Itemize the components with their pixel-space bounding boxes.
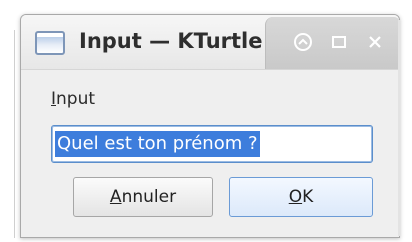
app-window-icon — [35, 31, 65, 55]
input-field-selected-text: Quel est ton prénom ? — [55, 131, 260, 157]
ok-mnemonic: O — [288, 187, 303, 207]
close-button[interactable] — [364, 31, 386, 53]
close-icon — [369, 36, 381, 48]
background-window-edge — [14, 30, 15, 238]
cancel-button[interactable]: Annuler — [73, 177, 213, 217]
maximize-button[interactable] — [328, 31, 350, 53]
screen: Input — KTurtle Input Quel est ton préno… — [0, 0, 412, 242]
minimize-button[interactable] — [292, 31, 314, 53]
window-title: Input — KTurtle — [79, 29, 263, 53]
input-label-text: nput — [56, 89, 96, 109]
cancel-mnemonic: A — [109, 187, 122, 207]
input-field[interactable]: Quel est ton prénom ? — [51, 125, 373, 163]
input-dialog: Input — KTurtle Input Quel est ton préno… — [20, 14, 400, 238]
ok-label: K — [302, 187, 314, 207]
window-controls — [265, 17, 399, 69]
dialog-right-shadow — [398, 20, 400, 236]
cancel-label: nnuler — [121, 187, 177, 207]
title-bar[interactable]: Input — KTurtle — [21, 15, 399, 70]
input-label: Input — [51, 89, 95, 109]
minimize-icon — [294, 33, 312, 51]
maximize-icon — [332, 36, 346, 48]
ok-button[interactable]: OK — [229, 177, 373, 217]
